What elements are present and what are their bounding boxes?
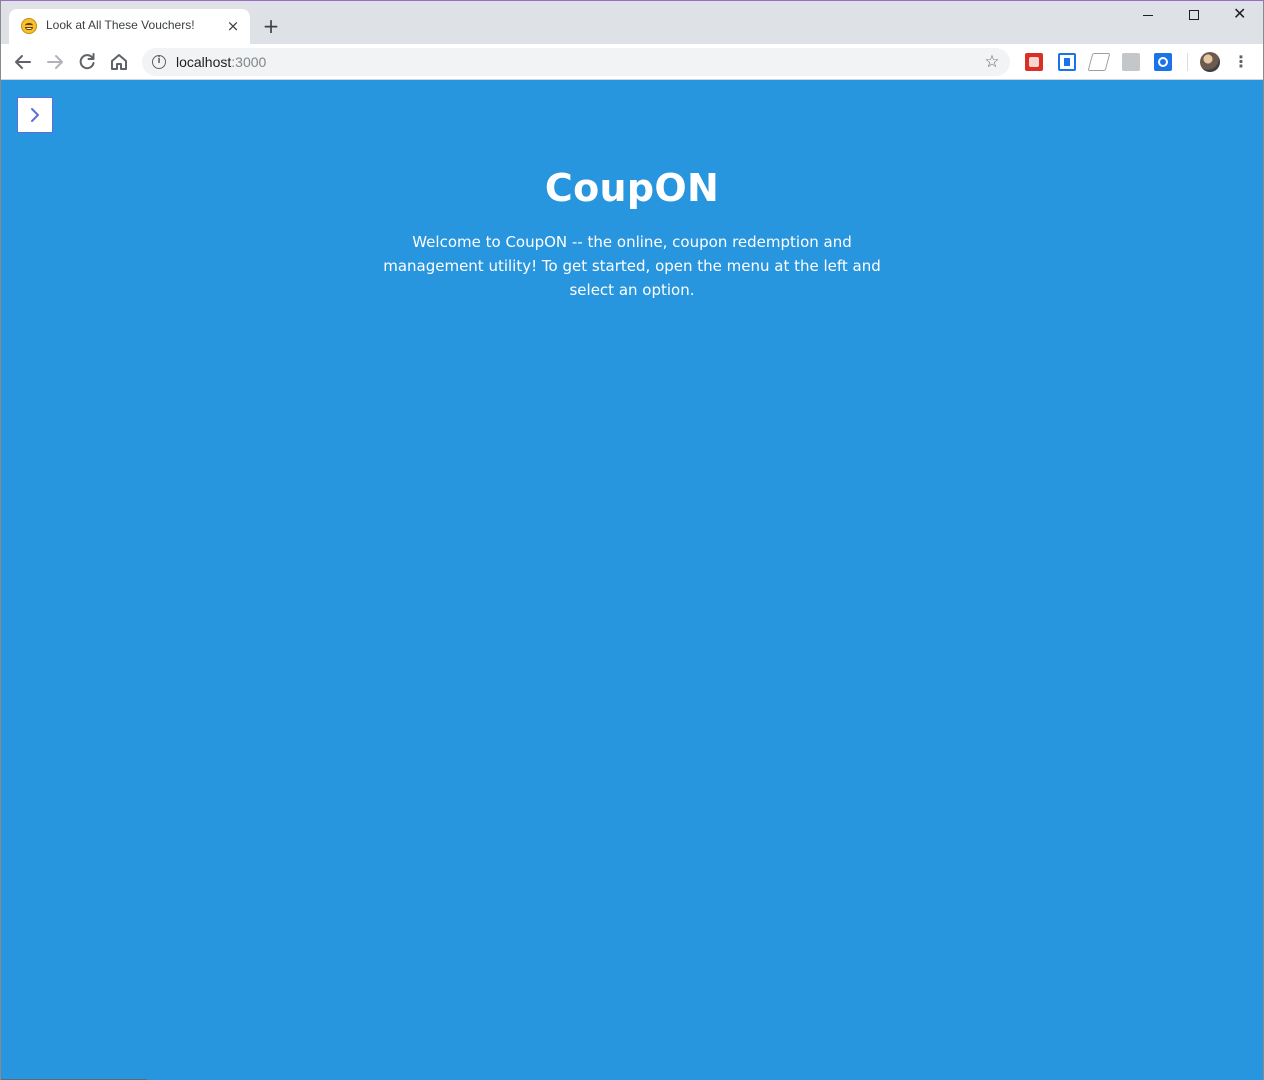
welcome-message: Welcome to CoupON -- the online, coupon … (383, 233, 881, 299)
reload-icon (79, 53, 95, 70)
browser-window: Look at All These Vouchers! × + ✕ i loca… (0, 0, 1264, 1080)
url-text: localhost:3000 (176, 54, 266, 70)
back-button[interactable] (9, 48, 37, 76)
extension-red-icon[interactable] (1025, 53, 1043, 71)
tab-title: Look at All These Vouchers! (46, 18, 195, 32)
page-content: CoupON Welcome to CoupON -- the online, … (1, 80, 1263, 1080)
browser-tab[interactable]: Look at All These Vouchers! × (9, 9, 250, 44)
home-icon (111, 54, 127, 70)
menu-toggle-button[interactable] (17, 97, 53, 133)
bookmark-star-icon[interactable]: ☆ (982, 52, 1002, 72)
maximize-button[interactable] (1171, 1, 1217, 31)
maximize-icon (1189, 10, 1199, 20)
reload-button[interactable] (73, 48, 101, 76)
close-window-icon: ✕ (1233, 4, 1247, 23)
close-window-button[interactable]: ✕ (1217, 1, 1263, 31)
forward-arrow-icon (47, 55, 63, 69)
toolbar-divider (1187, 53, 1188, 71)
url-port: :3000 (231, 54, 267, 70)
forward-button[interactable] (41, 48, 69, 76)
url-host: localhost (176, 54, 232, 70)
extension-blue-doc-icon[interactable] (1058, 53, 1076, 71)
info-icon[interactable]: i (152, 55, 166, 69)
chevron-right-icon (31, 108, 39, 122)
menu-kebab-icon[interactable]: ⋮ (1231, 52, 1251, 72)
tab-close-icon[interactable]: × (224, 17, 242, 35)
minimize-button[interactable] (1125, 1, 1171, 31)
profile-avatar[interactable] (1200, 52, 1220, 72)
tab-strip: Look at All These Vouchers! × + ✕ (1, 1, 1263, 44)
extension-clock-icon[interactable] (1154, 53, 1172, 71)
address-bar[interactable]: i localhost:3000 ☆ (142, 48, 1010, 76)
browser-toolbar: i localhost:3000 ☆ ⋮ (1, 44, 1263, 80)
favicon-smiley-icon (21, 18, 37, 34)
back-arrow-icon (15, 55, 31, 69)
page-title: CoupON (544, 166, 720, 210)
home-button[interactable] (105, 48, 133, 76)
new-tab-icon[interactable]: + (259, 14, 283, 38)
extension-image-icon[interactable] (1122, 53, 1140, 71)
minimize-icon (1143, 15, 1153, 16)
extension-pencil-icon[interactable] (1087, 53, 1111, 71)
